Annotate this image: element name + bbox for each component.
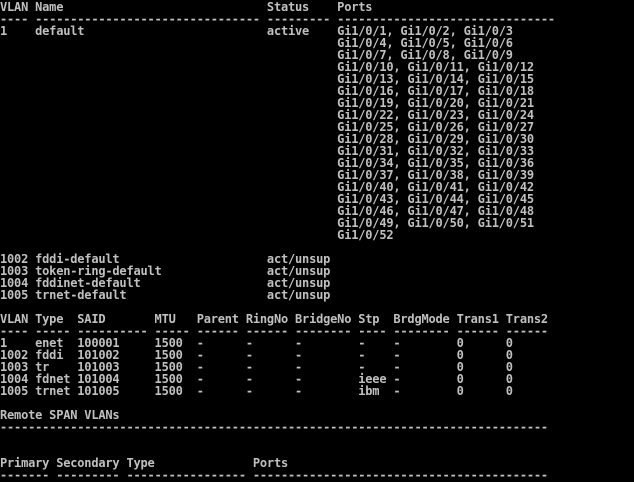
terminal-window[interactable]: VLAN Name Status Ports ---- -------------… — [0, 0, 634, 481]
terminal-line: Gi1/0/52 — [0, 228, 394, 242]
terminal-line: 1005 trnet 101005 1500 - - - ibm - 0 0 — [0, 384, 513, 398]
terminal-line: ----------------------------------------… — [0, 420, 548, 434]
terminal-line: 1005 trnet-default act/unsup — [0, 288, 331, 302]
